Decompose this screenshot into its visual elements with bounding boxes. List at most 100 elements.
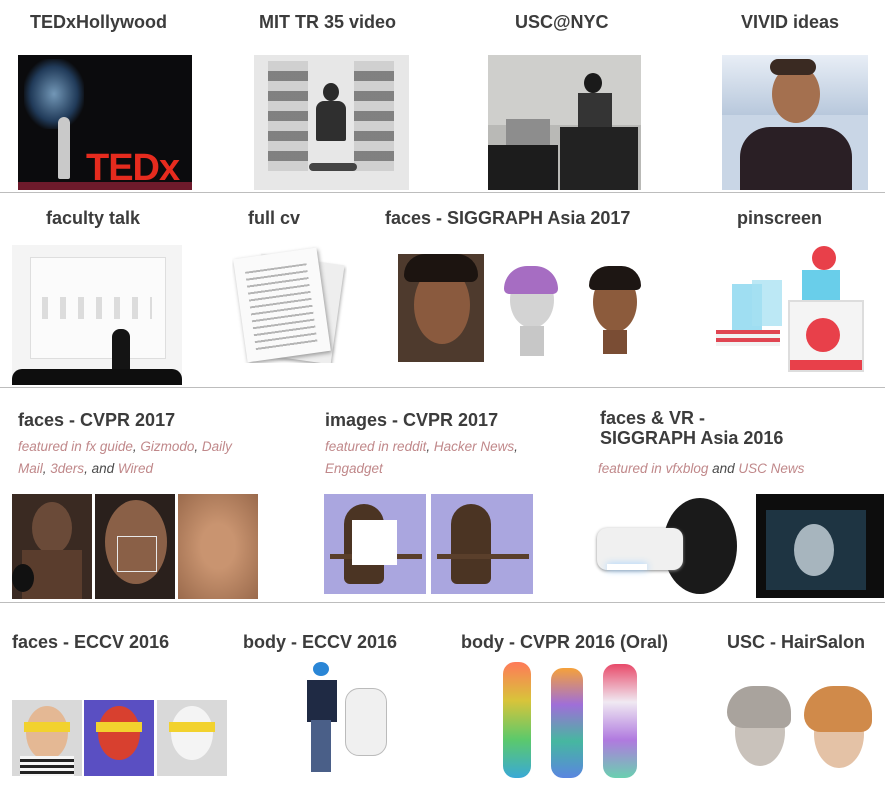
link-usc-news[interactable]: USC News <box>738 461 804 476</box>
mit-video-thumbnail[interactable] <box>254 55 409 190</box>
face-segmentation-input[interactable] <box>12 700 82 776</box>
section-separator <box>0 602 885 603</box>
3d-avatar-face[interactable] <box>585 264 645 356</box>
card-stack <box>716 330 780 346</box>
camera-lens-icon <box>806 318 840 352</box>
link-fx-guide[interactable]: fx guide <box>86 439 133 454</box>
person-head <box>323 83 339 101</box>
tile-title-faces-eccv-2016[interactable]: faces - ECCV 2016 <box>12 632 169 653</box>
hairsalon-gray-render[interactable] <box>725 684 795 776</box>
face <box>26 706 68 760</box>
and-word: and <box>712 461 735 476</box>
tile-title-pinscreen[interactable]: pinscreen <box>737 208 822 229</box>
section-separator <box>0 387 885 388</box>
face-segmentation-mask[interactable] <box>84 700 154 776</box>
person-body <box>316 101 346 141</box>
tedx-logo: TEDx <box>86 147 180 189</box>
images-cvpr-2017-featured: featured in reddit, Hacker News, Engadge… <box>325 439 518 476</box>
body-dog-photo[interactable] <box>297 660 393 778</box>
body-mesh-3[interactable] <box>597 664 643 778</box>
link-hacker-news[interactable]: Hacker News <box>434 439 514 454</box>
tile-title-body-eccv-2016[interactable]: body - ECCV 2016 <box>243 632 397 653</box>
captured-face <box>794 524 834 576</box>
person-shirt <box>740 127 852 190</box>
vivid-video-thumbnail[interactable] <box>722 55 868 190</box>
tile-title-usc-nyc[interactable]: USC@NYC <box>515 12 609 33</box>
boxer-photo[interactable] <box>12 494 92 599</box>
sunglasses <box>24 722 70 732</box>
tile-title-faces-cvpr-2017[interactable]: faces - CVPR 2017 <box>18 410 175 431</box>
vr-headset-photo[interactable] <box>593 494 748 598</box>
tedx-video-thumbnail[interactable]: TEDx <box>18 55 192 190</box>
link-vfxblog[interactable]: vfxblog <box>666 461 709 476</box>
stage-circuit-graphic <box>24 59 84 129</box>
hairsalon-color-render[interactable] <box>802 684 874 776</box>
masked-hole <box>352 520 397 565</box>
background-wall <box>488 55 641 125</box>
faces-cvpr-2017-featured: featured in fx guide, Gizmodo, Daily Mai… <box>18 439 232 476</box>
glass-panel-2 <box>752 280 782 326</box>
face-inference-render[interactable] <box>95 494 175 599</box>
link-reddit[interactable]: reddit <box>393 439 427 454</box>
tile-title-vivid[interactable]: VIVID ideas <box>741 12 839 33</box>
cv-text-lines <box>245 263 318 352</box>
avatar-hair <box>504 266 558 294</box>
person-sweater <box>307 680 337 722</box>
avatar-hair-dark <box>589 266 641 290</box>
cv-page-front <box>233 247 331 363</box>
camera-rig-left <box>268 61 308 171</box>
mask-face <box>98 706 140 760</box>
link-3ders[interactable]: 3ders <box>50 461 84 476</box>
blue-cap <box>313 662 329 676</box>
pinscreen-illustration[interactable] <box>708 240 880 385</box>
inpainting-output-image[interactable] <box>431 494 533 594</box>
face-segmentation-output[interactable] <box>157 700 227 776</box>
striped-shirt <box>20 756 74 776</box>
link-engadget[interactable]: Engadget <box>325 461 383 476</box>
avatar-neck-dark <box>603 330 627 354</box>
tile-title-mit-tr35[interactable]: MIT TR 35 video <box>259 12 396 33</box>
link-wired[interactable]: Wired <box>118 461 153 476</box>
faces-vr-featured: featured in vfxblog and USC News <box>598 458 868 480</box>
sunglasses <box>169 722 215 732</box>
slide-hand-sketches <box>42 297 152 319</box>
tile-title-images-cvpr-2017[interactable]: images - CVPR 2017 <box>325 410 498 431</box>
vr-face-capture[interactable] <box>756 494 884 598</box>
faculty-talk-thumbnail[interactable] <box>12 245 182 385</box>
usc-nyc-video-thumbnail[interactable] <box>488 55 641 190</box>
tile-title-usc-hairsalon[interactable]: USC - HairSalon <box>727 632 865 653</box>
branch <box>437 554 529 559</box>
3d-avatar-purple-hair[interactable] <box>500 262 564 357</box>
audience-silhouettes <box>12 369 182 385</box>
tile-title-full-cv[interactable]: full cv <box>248 208 300 229</box>
body-mesh-1[interactable] <box>497 662 537 778</box>
featured-prefix: featured in <box>325 439 389 454</box>
mesh-figure <box>603 664 637 778</box>
tile-title-faces-vr-siggraph-asia-2016[interactable]: faces & VR - SIGGRAPH Asia 2016 <box>600 408 783 448</box>
white-dog <box>345 688 387 756</box>
bird-silhouette <box>451 504 491 584</box>
skin-texture <box>178 494 258 599</box>
speaker-head <box>584 73 602 93</box>
tile-title-tedx[interactable]: TEDxHollywood <box>30 12 167 33</box>
person-hair <box>770 59 816 75</box>
section-separator <box>0 192 885 193</box>
hologram-screen <box>802 270 840 300</box>
speaker-figure <box>58 117 70 179</box>
body-mesh-2[interactable] <box>545 668 589 778</box>
celebrity-photo[interactable] <box>398 254 484 362</box>
skin-detail-closeup[interactable] <box>178 494 258 599</box>
link-gizmodo[interactable]: Gizmodo <box>140 439 194 454</box>
boxer-face <box>32 502 72 554</box>
mask-sunglasses <box>96 722 142 732</box>
and-word: and <box>91 461 115 476</box>
avatar-neck <box>520 326 544 356</box>
headset-led <box>607 564 647 570</box>
tile-title-body-cvpr-2016-oral[interactable]: body - CVPR 2016 (Oral) <box>461 632 668 653</box>
tile-title-faculty-talk[interactable]: faculty talk <box>46 208 140 229</box>
full-cv-thumbnail[interactable] <box>232 245 347 363</box>
white-face-mask <box>171 706 213 760</box>
inpainting-input-image[interactable] <box>324 494 426 594</box>
tile-title-faces-siggraph-asia-2017[interactable]: faces - SIGGRAPH Asia 2017 <box>385 208 630 229</box>
featured-prefix: featured in <box>18 439 82 454</box>
